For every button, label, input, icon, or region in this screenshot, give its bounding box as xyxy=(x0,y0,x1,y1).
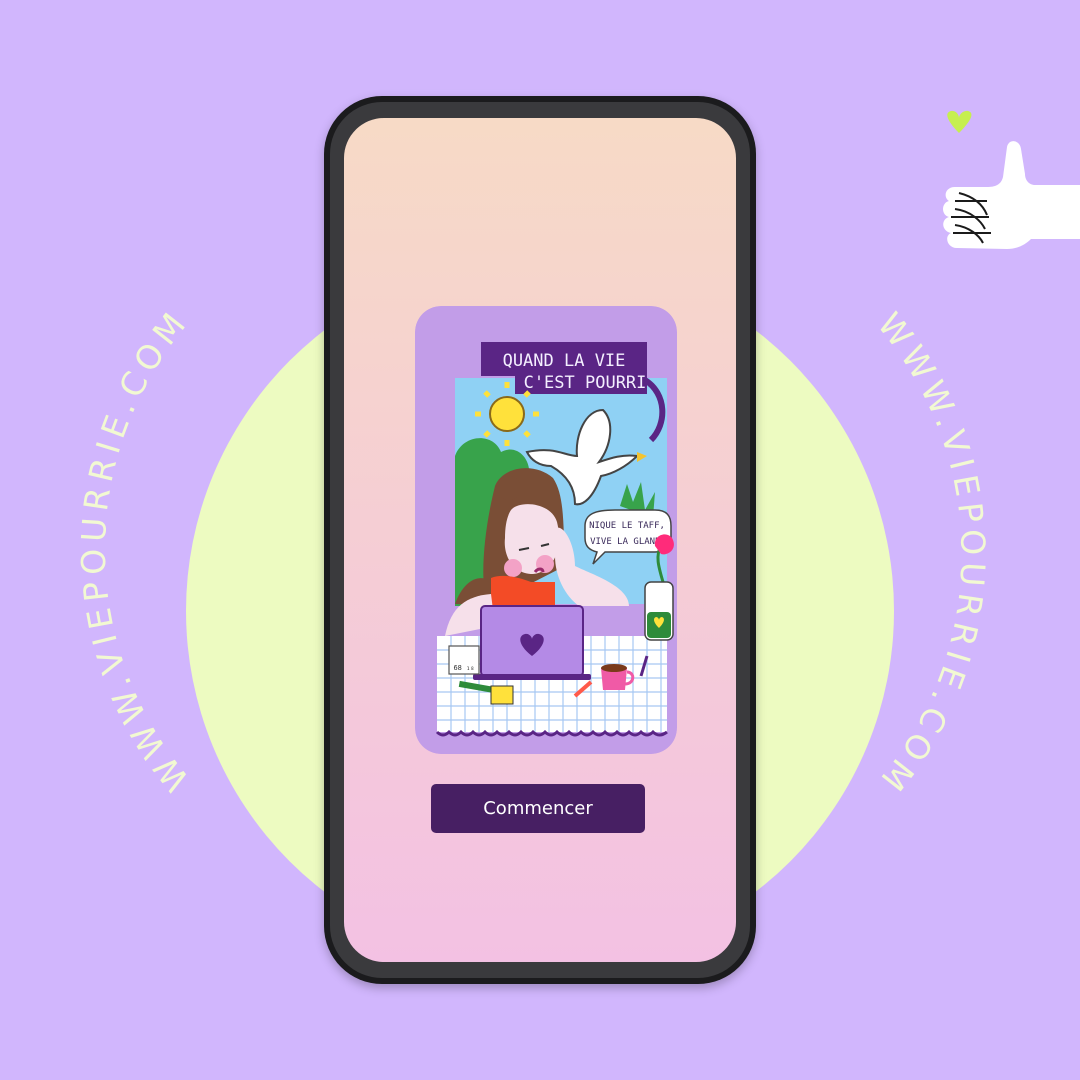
card-title-line1: QUAND LA VIE xyxy=(503,351,626,371)
watermark-left: WWW.VIEPOURRIE.COM xyxy=(74,301,197,799)
phone-screen: QUAND LA VIE C'EST POURRI NIQUE LE TAFF,… xyxy=(344,118,736,962)
card-title-line2: C'EST POURRI xyxy=(524,373,647,393)
sun xyxy=(489,396,525,432)
watermark-right: WWW.VIEPOURRIE.COM xyxy=(870,305,993,803)
heart-icon xyxy=(947,110,972,133)
bubble-line1: NIQUE LE TAFF, xyxy=(589,521,665,531)
game-card-illustration: QUAND LA VIE C'EST POURRI NIQUE LE TAFF,… xyxy=(415,306,677,754)
start-button[interactable]: Commencer xyxy=(431,784,645,833)
card-artwork: QUAND LA VIE C'EST POURRI NIQUE LE TAFF,… xyxy=(415,306,677,754)
phone-frame: QUAND LA VIE C'EST POURRI NIQUE LE TAFF,… xyxy=(324,96,756,984)
note-text: 68 ₁₈ xyxy=(453,664,474,672)
yellow-note xyxy=(490,685,514,705)
thumbs-up-icon xyxy=(943,110,1080,249)
bubble-line2: VIVE LA GLANDE xyxy=(590,537,666,547)
